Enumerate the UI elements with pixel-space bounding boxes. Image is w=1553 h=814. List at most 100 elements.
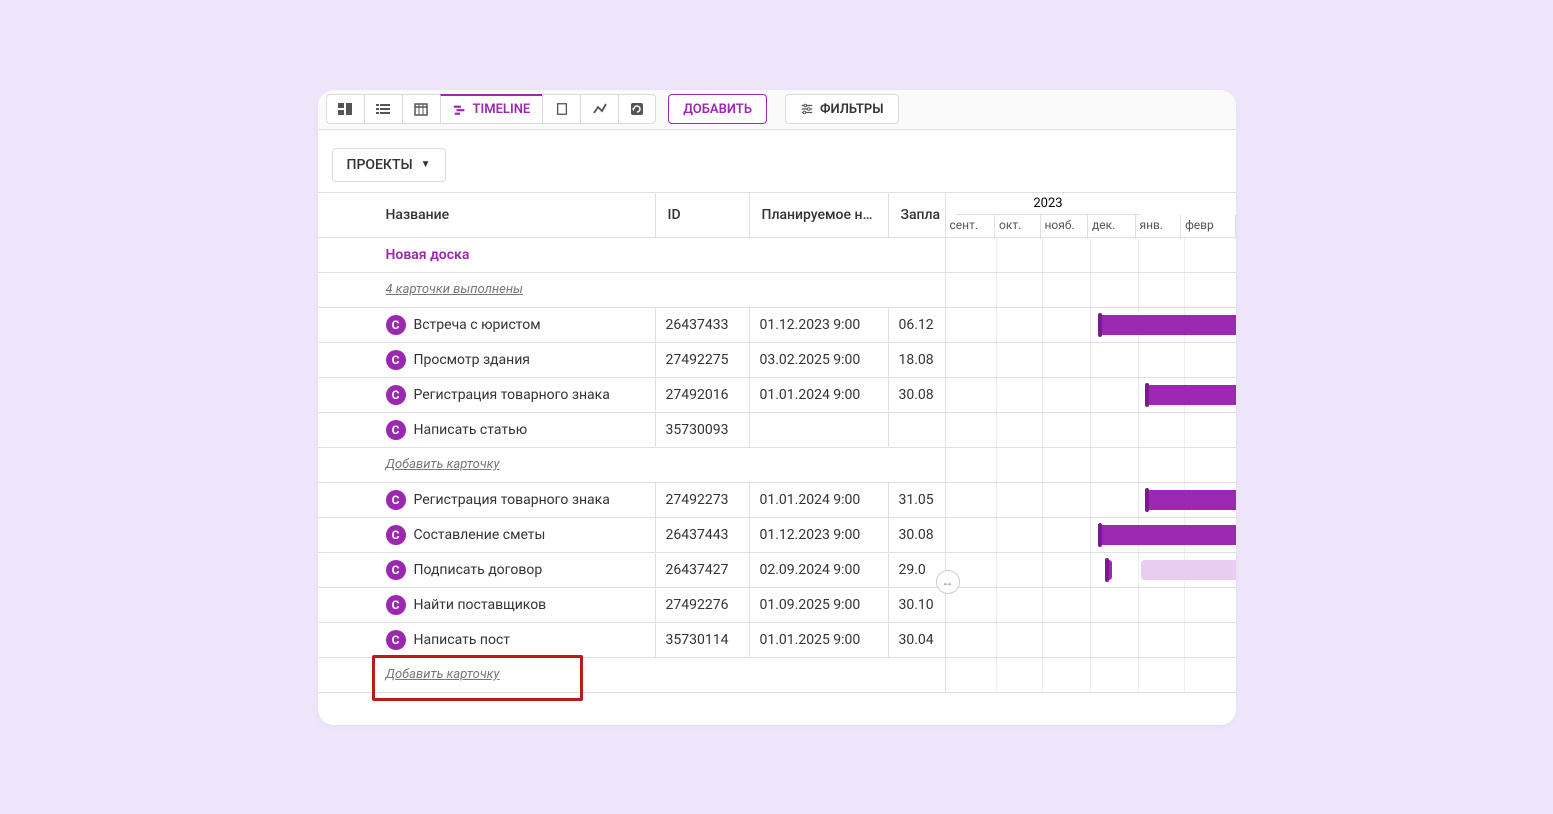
status-badge: С [386,560,406,580]
view-board-icon[interactable] [326,94,364,124]
table-row[interactable]: С Просмотр здания 2749227503.02.2025 9:001… [318,343,1236,378]
projects-dropdown[interactable]: ПРОЕКТЫ ▼ [332,148,446,182]
row-id: 26437443 [656,518,750,552]
gantt-month: дек. [1088,215,1136,239]
row-plan-end [889,413,946,447]
status-badge: С [386,630,406,650]
header-id[interactable]: ID [656,193,750,237]
filter-icon [800,102,814,116]
row-id: 26437433 [656,308,750,342]
table-row[interactable]: С Найти поставщиков 2749227601.09.2025 9:0… [318,588,1236,623]
gantt-month: янв. [1136,215,1182,239]
gantt-month: окт. [995,215,1041,239]
table-row[interactable]: СРегистрация товарного знака2749227301.0… [318,483,1236,518]
row-name: Регистрация товарного знака [414,387,610,403]
row-plan-end: 18.08 [889,343,946,377]
gantt-bar-light[interactable] [1141,560,1236,580]
view-chart-icon[interactable] [580,94,618,124]
view-list-icon[interactable] [364,94,402,124]
table-header: Название ID Планируемое н… Запла 2023 се… [318,192,1236,238]
table-row[interactable]: СНаписать пост3573011401.01.2025 9:0030.… [318,623,1236,658]
row-plan-start: 01.12.2023 9:00 [750,518,889,552]
status-badge: С [386,385,406,405]
gantt-bar[interactable] [1106,560,1112,580]
view-timeline-tab[interactable]: TIMELINE [440,94,543,124]
chevron-down-icon: ▼ [421,159,431,170]
row-plan-start: 01.01.2024 9:00 [750,483,889,517]
timeline-label: TIMELINE [473,102,531,117]
gantt-header: 2023 сент.окт.нояб.дек.янв.февр [946,193,1236,237]
gantt-bar[interactable] [1146,490,1236,510]
gantt-cell[interactable] [946,413,1236,447]
gantt-cell[interactable] [946,308,1236,342]
board-title-row[interactable]: Новая доска [318,238,1236,273]
row-name: Подписать договор [414,562,543,578]
column-drag-handle[interactable]: ↔ [936,570,960,594]
gantt-cell[interactable] [946,588,1236,622]
table-row[interactable]: С Подписать договор 2643742702.09.2024 9:0… [318,553,1236,588]
gantt-month: нояб. [1041,215,1089,239]
app-frame: TIMELINE ДОБАВИТЬ ФИЛЬТРЫ ПРОЕКТЫ ▼ Назв… [318,90,1236,725]
row-plan-end: 30.10 [889,588,946,622]
table-row[interactable]: С Написать статью 35730093 [318,413,1236,448]
done-cards-text: 4 карточки выполнены [386,282,523,297]
gantt-bar[interactable] [1146,385,1236,405]
gantt-bar[interactable] [1099,315,1236,335]
row-plan-start: 01.09.2025 9:00 [750,588,889,622]
status-badge: С [386,490,406,510]
row-plan-start: 01.12.2023 9:00 [750,308,889,342]
filters-button[interactable]: ФИЛЬТРЫ [785,94,899,124]
gantt-cell[interactable] [946,623,1236,657]
row-id: 26437427 [656,553,750,587]
gantt-bar[interactable] [1099,525,1236,545]
view-refresh-icon[interactable] [618,94,656,124]
row-name: Встреча с юристом [414,317,541,333]
gantt-cell[interactable] [946,553,1236,587]
row-name: Регистрация товарного знака [414,492,610,508]
row-id: 27492276 [656,588,750,622]
row-plan-end: 30.08 [889,378,946,412]
row-plan-start: 01.01.2025 9:00 [750,623,889,657]
status-badge: С [386,315,406,335]
add-button[interactable]: ДОБАВИТЬ [668,94,767,124]
status-badge: С [386,420,406,440]
row-plan-end: 30.04 [889,623,946,657]
header-plan-start[interactable]: Планируемое н… [750,193,889,237]
status-badge: С [386,595,406,615]
table-row[interactable]: С Встреча с юристом 2643743301.12.2023 9:0… [318,308,1236,343]
subbar: ПРОЕКТЫ ▼ [318,130,1236,192]
add-card-row-2[interactable]: Добавить карточку [318,658,1236,693]
header-plan-end[interactable]: Запла [889,193,946,237]
view-toolbar: TIMELINE ДОБАВИТЬ ФИЛЬТРЫ [318,90,1236,130]
gantt-cell[interactable] [946,378,1236,412]
add-card-row-1[interactable]: Добавить карточку [318,448,1236,483]
row-id: 27492275 [656,343,750,377]
row-id: 35730093 [656,413,750,447]
row-plan-end: 30.08 [889,518,946,552]
table-row[interactable]: СРегистрация товарного знака2749201601.0… [318,378,1236,413]
timeline-table: Название ID Планируемое н… Запла 2023 се… [318,192,1236,693]
status-badge: С [386,525,406,545]
gantt-year: 2023 [956,193,1141,215]
row-plan-start: 02.09.2024 9:00 [750,553,889,587]
row-id: 35730114 [656,623,750,657]
gantt-cell[interactable] [946,518,1236,552]
done-cards-row[interactable]: 4 карточки выполнены [318,273,1236,308]
row-plan-start: 03.02.2025 9:00 [750,343,889,377]
status-badge: С [386,350,406,370]
row-name: Составление сметы [414,527,546,543]
add-card-1-text: Добавить карточку [386,457,500,472]
header-name[interactable]: Название [318,193,656,237]
add-card-2-text: Добавить карточку [386,667,500,682]
table-row[interactable]: С Составление сметы 2643744301.12.2023 9:0… [318,518,1236,553]
row-name: Найти поставщиков [414,597,547,613]
view-file-icon[interactable] [542,94,580,124]
gantt-cell[interactable] [946,343,1236,377]
row-name: Просмотр здания [414,352,530,368]
row-plan-start [750,413,889,447]
row-plan-end: 31.05 [889,483,946,517]
gantt-cell[interactable] [946,483,1236,517]
view-calendar-icon[interactable] [402,94,440,124]
row-plan-end: 06.12 [889,308,946,342]
row-name: Написать статью [414,422,528,438]
